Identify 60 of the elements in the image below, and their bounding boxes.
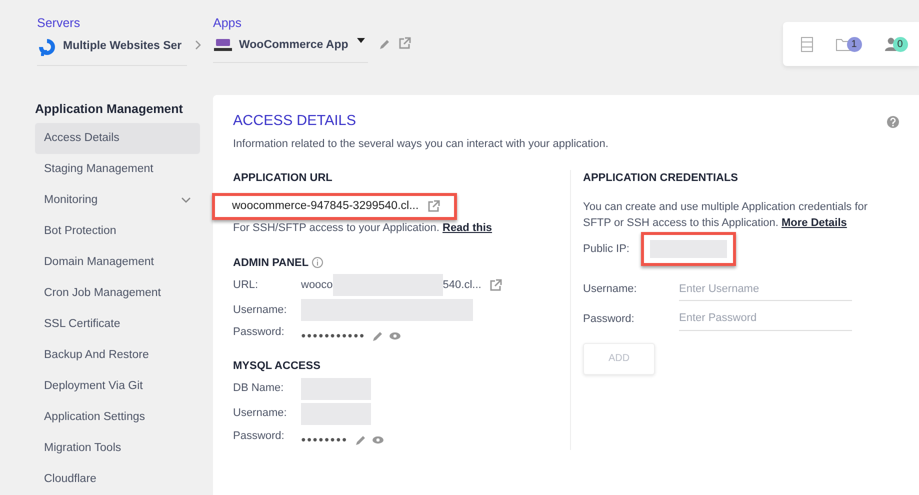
caret-down-icon[interactable] — [357, 38, 365, 44]
external-link-icon[interactable] — [426, 200, 440, 212]
sidebar-item[interactable]: Staging Management — [35, 154, 200, 185]
field-label: URL: — [233, 278, 260, 293]
sidebar-item[interactable]: Cloudflare — [35, 464, 200, 495]
section-heading: ADMIN PANEL — [233, 256, 309, 270]
store-logo-icon — [213, 38, 233, 52]
field-label: Password: — [583, 312, 636, 327]
sidebar-item[interactable]: Deployment Via Git — [35, 370, 200, 402]
page-subtitle: Information related to the several ways you can interact with your application. — [233, 136, 610, 152]
list-icon[interactable] — [800, 36, 812, 52]
section-heading: APPLICATION URL — [233, 171, 334, 186]
access-note: For SSH/SFTP access to your Application. Read this — [233, 221, 494, 236]
password-value: ●●●●●●●● — [301, 434, 348, 446]
sidebar-heading: Application Management — [35, 101, 184, 118]
pencil-icon[interactable] — [354, 434, 366, 446]
external-link-icon[interactable] — [398, 37, 411, 49]
chevron-right-icon — [194, 40, 202, 50]
breadcrumb-dropdown[interactable]: Multiple Websites Ser — [63, 38, 182, 56]
sidebar-item[interactable]: Cron Job Management — [35, 278, 200, 309]
section-heading: MYSQL ACCESS — [233, 359, 320, 374]
url-text: wooco — [301, 278, 333, 293]
read-link[interactable]: Read this — [442, 222, 492, 234]
field-label: Username: — [233, 406, 288, 422]
external-link-icon[interactable] — [489, 279, 502, 291]
more-details-link[interactable]: More Details — [782, 217, 847, 230]
breadcrumb-label: Servers — [37, 15, 82, 32]
count-badge: 1 — [846, 36, 862, 52]
credentials-description: You can create and use multiple Application credentials for SFTP or SSH access to this Application. More Details — [583, 200, 869, 232]
eye-icon[interactable] — [372, 434, 384, 446]
folder-icon[interactable] — [836, 38, 850, 50]
field-label: Password: — [233, 428, 286, 444]
info-icon — [312, 257, 323, 268]
field-label: Public IP: — [583, 242, 630, 256]
field-label: Username: — [583, 282, 638, 298]
sidebar-item[interactable]: Application Settings — [35, 402, 200, 433]
sidebar-item[interactable]: Domain Management — [35, 246, 200, 278]
page-title: ACCESS DETAILS — [233, 112, 356, 131]
field-label: Password: — [233, 325, 286, 340]
field-label: Username: — [233, 302, 288, 318]
sidebar-item[interactable]: Monitoring — [35, 184, 200, 216]
sidebar-item[interactable]: Backup And Restore — [35, 340, 200, 371]
field-label: DB Name: — [233, 381, 285, 396]
sidebar-item[interactable]: Access Details — [35, 122, 200, 154]
breadcrumb-dropdown[interactable]: WooCommerce App — [239, 36, 348, 54]
eye-icon[interactable] — [389, 330, 402, 342]
sidebar-item[interactable]: Bot Protection — [35, 216, 200, 247]
url-text: 540.cl... — [442, 278, 482, 293]
pencil-icon[interactable] — [378, 38, 390, 50]
breadcrumb-label: Apps — [213, 15, 242, 32]
help-icon[interactable] — [887, 116, 899, 128]
chevron-down-icon — [181, 197, 191, 204]
password-value: ●●●●●●●●●●● — [301, 330, 366, 342]
url-link[interactable]: woocommerce-947845-3299540.cl... — [232, 198, 419, 215]
sidebar-item[interactable]: SSL Certificate — [35, 308, 200, 340]
sidebar-item[interactable]: Migration Tools — [35, 432, 200, 464]
pencil-icon[interactable] — [371, 330, 384, 342]
cloud-logo-icon — [37, 36, 57, 57]
section-heading: APPLICATION CREDENTIALS — [583, 171, 740, 186]
count-badge: 0 — [892, 36, 908, 52]
